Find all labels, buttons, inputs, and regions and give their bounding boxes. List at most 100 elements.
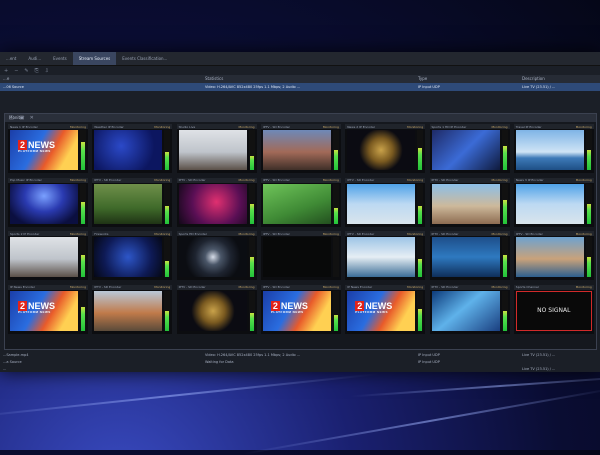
tile-status: Monitoring <box>238 124 255 129</box>
tile-header: IPTV - SD Encoder Monitoring <box>429 284 510 290</box>
table-row[interactable]: ...06 Source Video: H.264/AVC 852x480 25… <box>0 83 600 91</box>
tile-header: IPTV - SD Encoder Monitoring <box>176 284 257 290</box>
tile-source-name: IPTV - SD Encoder <box>262 285 290 289</box>
table-row[interactable]: ...a Source Waiting for Data IP Input UDP <box>0 358 600 365</box>
tile-status: Monitoring <box>491 178 508 182</box>
tab-item[interactable]: Stream Sources <box>72 52 117 65</box>
video-tile[interactable]: Fireworks Monitoring <box>92 231 173 280</box>
video-tile[interactable]: Weather IP Encoder Monitoring <box>92 124 173 173</box>
audio-level-fill <box>333 207 338 224</box>
video-tile[interactable]: News 3 IP Encoder Monitoring <box>513 177 594 227</box>
tile-source-name: Weather IP Encoder <box>94 124 124 129</box>
tile-header: IP News Encoder Monitoring <box>8 284 88 290</box>
tile-source-name: Sports HD Encoder <box>178 231 207 236</box>
video-tile[interactable]: Sports 1 HD IP Encoder Monitoring <box>429 124 510 173</box>
window-controls-icon[interactable]: □ ▣ ✕ <box>9 115 592 121</box>
video-preview <box>262 130 331 170</box>
video-tile[interactable]: IP News Encoder Monitoring 2 NEWS PLATFORM N… <box>345 284 426 334</box>
tab-item[interactable]: Events <box>47 52 73 65</box>
audio-level-meter <box>585 183 592 224</box>
video-preview <box>178 183 247 224</box>
video-tile[interactable]: Travel IP Encoder Monitoring <box>513 124 594 173</box>
audio-level-meter <box>585 237 592 277</box>
audio-level-fill <box>502 146 507 170</box>
audio-level-fill <box>81 142 85 170</box>
video-tile[interactable]: IPTV - SD Encoder Monitoring <box>260 231 341 280</box>
column-header-description[interactable]: Description <box>522 76 545 81</box>
video-preview <box>94 237 163 277</box>
edit-icon[interactable]: ✎ <box>24 68 28 74</box>
audio-level-fill <box>81 306 85 331</box>
row-desc: Live TV (23.51) / ... <box>522 366 556 371</box>
audio-level-fill <box>165 205 170 224</box>
audio-level-meter <box>332 130 339 170</box>
video-tile[interactable]: Sports HD Encoder Monitoring <box>176 231 257 280</box>
tab-item[interactable]: ...ent <box>0 52 22 65</box>
copy-icon[interactable]: ⎘ <box>35 68 39 74</box>
audio-level-meter <box>164 237 171 277</box>
export-icon[interactable]: ⇩ <box>45 68 49 74</box>
column-header-name[interactable]: ...e <box>3 76 9 81</box>
row-desc: Live TV (23.51) / ... <box>522 352 556 357</box>
video-tile[interactable]: IPTV - SD Encoder Monitoring <box>176 177 257 227</box>
video-tile[interactable]: IPTV - SD Encoder Monitoring <box>429 231 510 280</box>
add-icon[interactable]: + <box>4 68 8 74</box>
video-tile[interactable]: IPTV - SD Encoder Monitoring <box>345 231 426 280</box>
tile-source-name: IPTV - SD Encoder <box>262 231 290 236</box>
tile-status: Monitoring <box>575 178 592 182</box>
video-tile[interactable]: IPTV - SD Encoder Monitoring <box>176 284 257 334</box>
tab-item[interactable]: Events Classification... <box>116 52 173 65</box>
audio-level-meter <box>80 130 86 170</box>
source-list-lower: ...Sample.mp4 Video: H.264/AVC 852x480 25… <box>0 351 600 372</box>
tab-bar: ...ent Audi... Events Stream Sources Events … <box>0 52 600 66</box>
tile-header: IPTV - SD Encoder Monitoring <box>176 177 257 183</box>
tab-item[interactable]: Audi... <box>22 52 47 65</box>
video-tile[interactable]: News 1 IP Encoder Monitoring 2 NEWS PLATFORM… <box>8 124 88 173</box>
audio-level-meter <box>501 130 508 170</box>
remove-icon[interactable]: − <box>14 68 18 74</box>
video-preview <box>431 290 500 331</box>
video-tile[interactable]: Sports Channel Monitoring NO SIGNAL <box>513 284 594 334</box>
video-tile[interactable]: IPTV - SD Encoder Monitoring <box>92 177 173 227</box>
audio-level-meter <box>80 183 86 224</box>
video-tile[interactable]: Pop Music IP Encoder Monitoring <box>8 177 88 227</box>
tile-status: Monitoring <box>69 231 86 236</box>
video-preview <box>515 130 584 170</box>
tile-status: Monitoring <box>407 285 424 289</box>
video-tile[interactable]: IPTV - SD Encoder Monitoring 2 NEWS PLATFORM… <box>260 284 341 334</box>
video-tile[interactable]: Studio Live Monitoring <box>176 124 257 173</box>
tile-header: Sports 2 IP Encoder Monitoring <box>8 231 88 236</box>
tile-status: Monitoring <box>238 285 255 289</box>
tile-header: Pop Music IP Encoder Monitoring <box>8 177 88 183</box>
video-tile[interactable]: IPTV - SD Encoder Monitoring <box>260 177 341 227</box>
video-tile[interactable]: IPTV - SD Encoder Monitoring <box>260 124 341 173</box>
video-preview <box>94 130 163 170</box>
video-tile[interactable]: IPTV - SD Encoder Monitoring <box>92 284 173 334</box>
video-tile[interactable]: IPTV - SD Encoder Monitoring <box>345 177 426 227</box>
video-preview <box>515 183 584 224</box>
audio-level-fill <box>502 199 507 224</box>
tile-header: Sports HD Encoder Monitoring <box>176 231 257 236</box>
tile-status: Monitoring <box>154 178 171 182</box>
row-stats: Waiting for Data <box>205 359 234 364</box>
audio-level-fill <box>418 205 423 224</box>
news-channel-logo: 2 NEWS PLATFORM NEWS <box>355 300 392 314</box>
audio-level-meter <box>80 290 86 331</box>
tile-status: Monitoring <box>491 285 508 289</box>
table-row[interactable]: ...Sample.mp4 Video: H.264/AVC 852x480 25… <box>0 351 600 358</box>
video-tile[interactable]: Sports 2 IP Encoder Monitoring <box>8 231 88 280</box>
tile-header: IPTV - SD Encoder Monitoring <box>513 231 594 236</box>
tile-source-name: Sports Channel <box>515 285 539 289</box>
video-tile[interactable]: IPTV - SD Encoder Monitoring <box>429 284 510 334</box>
video-tile[interactable]: IPTV - SD Encoder Monitoring <box>513 231 594 280</box>
tile-source-name: IPTV - SD Encoder <box>515 231 543 236</box>
video-tile[interactable]: IP News Encoder Monitoring 2 NEWS PLATFORM N… <box>8 284 88 334</box>
video-tile[interactable]: IPTV - SD Encoder Monitoring <box>429 177 510 227</box>
video-tile[interactable]: News 2 IP Encoder Monitoring <box>345 124 426 173</box>
column-header-statistics[interactable]: Statistics <box>205 76 223 81</box>
tile-source-name: Sports 1 HD IP Encoder <box>431 124 467 129</box>
tile-header: News 2 IP Encoder Monitoring <box>345 124 426 129</box>
column-header-type[interactable]: Type <box>418 76 427 81</box>
tile-header: IPTV - SD Encoder Monitoring <box>92 177 173 183</box>
table-row[interactable]: ... Live TV (23.51) / ... <box>0 365 600 372</box>
